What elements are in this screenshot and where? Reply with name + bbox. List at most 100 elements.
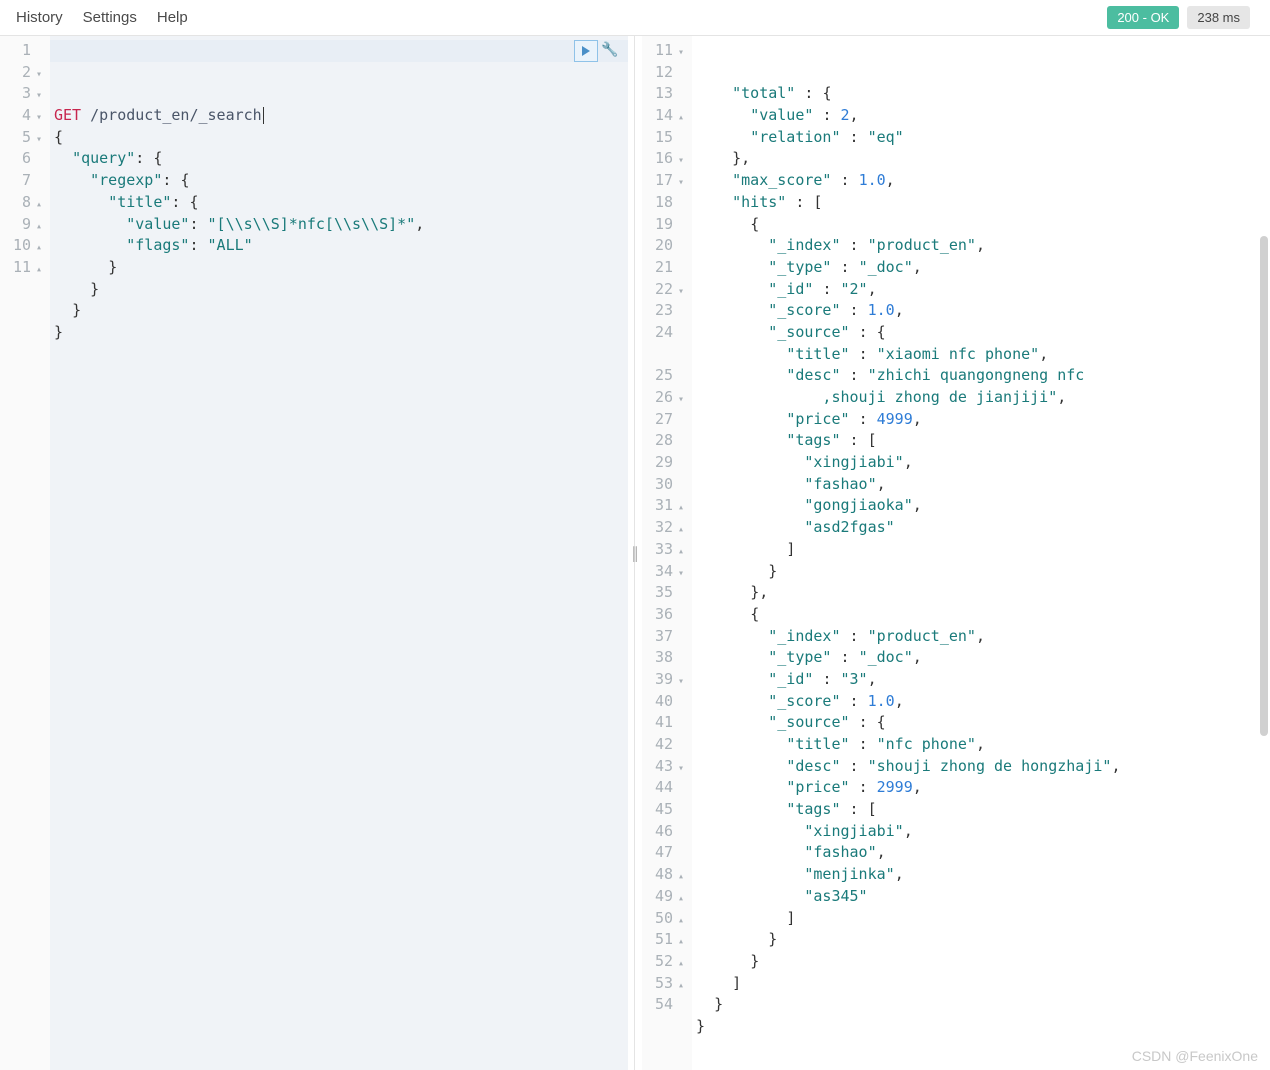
code-line[interactable]: } <box>692 994 1270 1016</box>
code-line[interactable]: ] <box>692 973 1270 995</box>
code-line[interactable]: "fashao", <box>692 842 1270 864</box>
code-line[interactable]: "max_score" : 1.0, <box>692 170 1270 192</box>
code-line[interactable]: "_source" : { <box>692 712 1270 734</box>
gutter-line: 41 <box>646 712 684 734</box>
code-line[interactable]: } <box>50 279 628 301</box>
gutter-line: 19 <box>646 214 684 236</box>
code-line[interactable]: "_index" : "product_en", <box>692 235 1270 257</box>
gutter-line: 16▾ <box>646 148 684 170</box>
code-line[interactable]: "_score" : 1.0, <box>692 300 1270 322</box>
menu-help[interactable]: Help <box>157 9 188 26</box>
code-line[interactable]: "_source" : { <box>692 322 1270 344</box>
code-line[interactable]: "menjinka", <box>692 864 1270 886</box>
code-line[interactable]: "relation" : "eq" <box>692 127 1270 149</box>
code-line[interactable]: "desc" : "zhichi quangongneng nfc ,shouj… <box>692 365 1270 408</box>
code-line[interactable]: "tags" : [ <box>692 430 1270 452</box>
code-line[interactable]: "asd2fgas" <box>692 517 1270 539</box>
response-pane[interactable]: 11▾121314▴1516▾17▾1819202122▾23242526▾27… <box>642 36 1270 1070</box>
menu-settings[interactable]: Settings <box>83 9 137 26</box>
code-line[interactable]: "tags" : [ <box>692 799 1270 821</box>
code-line[interactable] <box>692 1038 1270 1060</box>
code-line[interactable]: }, <box>692 582 1270 604</box>
code-line[interactable]: "xingjiabi", <box>692 452 1270 474</box>
code-line[interactable]: "price" : 2999, <box>692 777 1270 799</box>
request-pane[interactable]: 12▾3▾4▾5▾678▴9▴10▴11▴ GET /product_en/_s… <box>0 36 628 1070</box>
gutter-line: 17▾ <box>646 170 684 192</box>
code-line[interactable]: } <box>692 951 1270 973</box>
status-badge: 200 - OK <box>1107 6 1179 29</box>
gutter-line: 52▴ <box>646 951 684 973</box>
status-area: 200 - OK 238 ms <box>1107 6 1250 29</box>
menu-bar: History Settings Help <box>16 9 188 26</box>
code-line[interactable]: { <box>692 214 1270 236</box>
gutter-line: 51▴ <box>646 929 684 951</box>
pane-divider[interactable]: ║ <box>628 36 642 1070</box>
request-editor[interactable]: GET /product_en/_search{ "query": { "reg… <box>50 36 628 1070</box>
gutter-line: 29 <box>646 452 684 474</box>
gutter-line: 40 <box>646 691 684 713</box>
code-line[interactable]: } <box>50 300 628 322</box>
gutter-line: 4▾ <box>4 105 42 127</box>
code-line[interactable]: "as345" <box>692 886 1270 908</box>
menu-history[interactable]: History <box>16 9 63 26</box>
wrench-button[interactable]: 🔧 <box>598 40 622 62</box>
code-line[interactable]: "fashao", <box>692 474 1270 496</box>
gutter-line: 47 <box>646 842 684 864</box>
code-line[interactable]: ] <box>692 539 1270 561</box>
gutter-line: 38 <box>646 647 684 669</box>
gutter-line: 3▾ <box>4 83 42 105</box>
active-line-highlight <box>50 40 628 62</box>
code-line[interactable]: GET /product_en/_search <box>50 105 628 127</box>
code-line[interactable]: { <box>50 127 628 149</box>
gutter-line: 45 <box>646 799 684 821</box>
gutter-line: 12 <box>646 62 684 84</box>
code-line[interactable]: "xingjiabi", <box>692 821 1270 843</box>
code-line[interactable]: "value" : 2, <box>692 105 1270 127</box>
code-line[interactable]: "_score" : 1.0, <box>692 691 1270 713</box>
code-line[interactable]: } <box>50 257 628 279</box>
top-bar: History Settings Help 200 - OK 238 ms <box>0 0 1270 36</box>
code-line[interactable]: "total" : { <box>692 83 1270 105</box>
gutter-line: 21 <box>646 257 684 279</box>
code-line[interactable]: "hits" : [ <box>692 192 1270 214</box>
code-line[interactable]: "gongjiaoka", <box>692 495 1270 517</box>
gutter-line: 24 <box>646 322 684 365</box>
run-button[interactable] <box>574 40 598 62</box>
gutter-line: 34▾ <box>646 561 684 583</box>
code-line[interactable]: "title" : "xiaomi nfc phone", <box>692 344 1270 366</box>
code-line[interactable]: "title": { <box>50 192 628 214</box>
code-line[interactable]: "_index" : "product_en", <box>692 626 1270 648</box>
code-line[interactable]: "flags": "ALL" <box>50 235 628 257</box>
code-line[interactable]: "title" : "nfc phone", <box>692 734 1270 756</box>
response-viewer[interactable]: "total" : { "value" : 2, "relation" : "e… <box>692 36 1270 1070</box>
code-line[interactable]: "query": { <box>50 148 628 170</box>
code-line[interactable]: } <box>692 1016 1270 1038</box>
code-line[interactable]: "_id" : "2", <box>692 279 1270 301</box>
code-line[interactable]: "desc" : "shouji zhong de hongzhaji", <box>692 756 1270 778</box>
gutter-line: 23 <box>646 300 684 322</box>
code-line[interactable]: } <box>692 929 1270 951</box>
code-line[interactable]: "_type" : "_doc", <box>692 647 1270 669</box>
gutter-line: 15 <box>646 127 684 149</box>
divider-handle-icon: ║ <box>630 546 639 561</box>
gutter-line: 42 <box>646 734 684 756</box>
gutter-line: 9▴ <box>4 214 42 236</box>
gutter-line: 50▴ <box>646 908 684 930</box>
code-line[interactable]: "regexp": { <box>50 170 628 192</box>
code-line[interactable]: "_id" : "3", <box>692 669 1270 691</box>
code-line[interactable]: } <box>50 322 628 344</box>
gutter-line: 28 <box>646 430 684 452</box>
code-line[interactable]: "price" : 4999, <box>692 409 1270 431</box>
gutter-line: 5▾ <box>4 127 42 149</box>
code-line[interactable]: "value": "[\\s\\S]*nfc[\\s\\S]*", <box>50 214 628 236</box>
gutter-line: 36 <box>646 604 684 626</box>
gutter-line: 1 <box>4 40 42 62</box>
code-line[interactable]: ] <box>692 908 1270 930</box>
code-line[interactable]: }, <box>692 148 1270 170</box>
code-line[interactable]: } <box>692 561 1270 583</box>
code-line[interactable]: "_type" : "_doc", <box>692 257 1270 279</box>
request-gutter: 12▾3▾4▾5▾678▴9▴10▴11▴ <box>0 36 50 1070</box>
code-line[interactable]: { <box>692 604 1270 626</box>
play-icon <box>582 46 590 56</box>
gutter-line: 46 <box>646 821 684 843</box>
